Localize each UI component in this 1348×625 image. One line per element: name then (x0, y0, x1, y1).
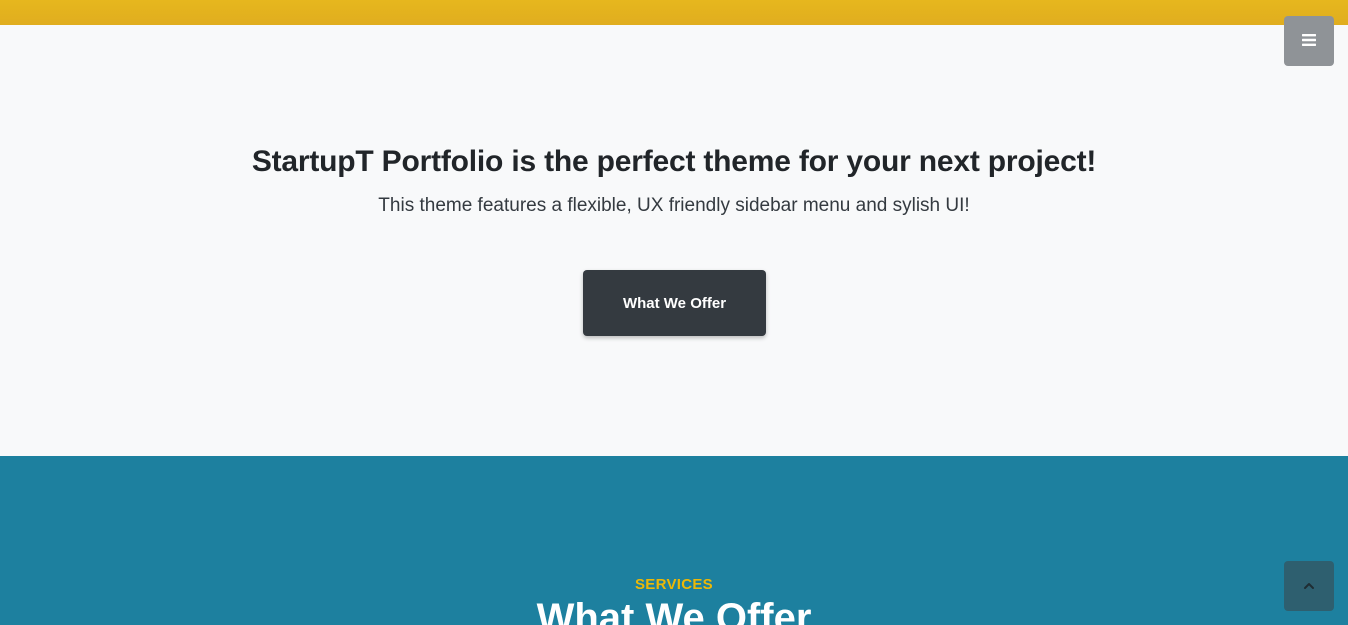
scroll-to-top-button[interactable] (1284, 561, 1334, 611)
page: StartupT Portfolio is the perfect theme … (0, 0, 1348, 625)
chevron-up-icon (1303, 579, 1315, 594)
top-band (0, 0, 1348, 25)
bars-icon (1301, 33, 1317, 50)
services-subheading: SERVICES (635, 576, 713, 593)
about-lead: This theme features a flexible, UX frien… (378, 195, 970, 216)
services-heading: What We Offer (536, 596, 812, 625)
menu-toggle-button[interactable] (1284, 16, 1334, 66)
services-section: SERVICES What We Offer (0, 456, 1348, 625)
about-title: StartupT Portfolio is the perfect theme … (251, 145, 1097, 178)
about-section: StartupT Portfolio is the perfect theme … (0, 25, 1348, 456)
what-we-offer-button[interactable]: What We Offer (583, 270, 766, 336)
